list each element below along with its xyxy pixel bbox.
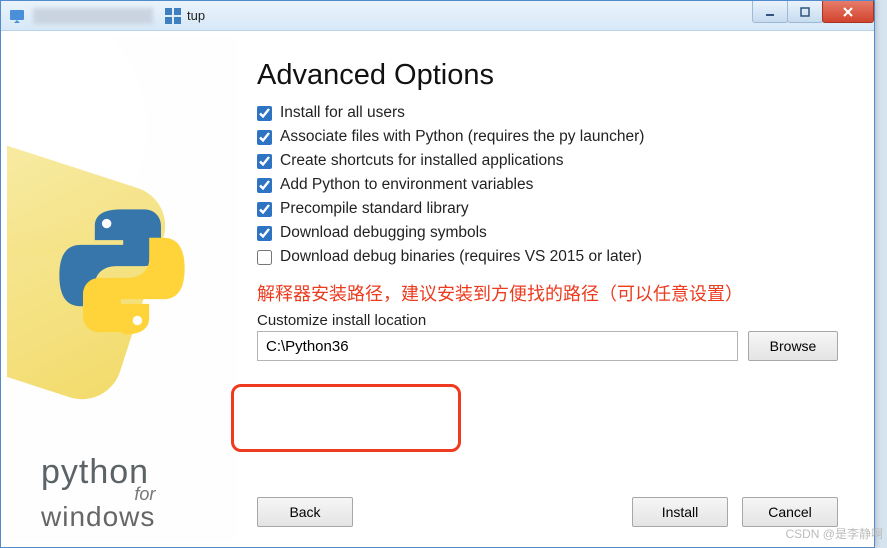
python-logo-icon — [57, 207, 187, 337]
checkbox-precompile[interactable] — [257, 202, 272, 217]
annotation-text: 解释器安装路径，建议安装到方便找的路径（可以任意设置） — [257, 280, 838, 306]
maximize-button[interactable] — [787, 1, 823, 23]
option-create-shortcuts[interactable]: Create shortcuts for installed applicati… — [257, 152, 838, 170]
brand-line3: windows — [41, 503, 155, 531]
options-list: Install for all users Associate files wi… — [257, 104, 838, 266]
option-label: Download debugging symbols — [280, 224, 487, 242]
option-precompile[interactable]: Precompile standard library — [257, 200, 838, 218]
page-title: Advanced Options — [257, 59, 838, 92]
main-panel: Advanced Options Install for all users A… — [237, 37, 868, 541]
checkbox-install-all-users[interactable] — [257, 106, 272, 121]
titlebar[interactable]: tup — [1, 1, 874, 31]
brand-text: python for windows — [41, 455, 155, 531]
minimize-icon — [764, 6, 776, 18]
option-label: Create shortcuts for installed applicati… — [280, 152, 563, 170]
option-label: Download debug binaries (requires VS 201… — [280, 248, 642, 266]
minimize-button[interactable] — [752, 1, 788, 23]
checkbox-add-to-path[interactable] — [257, 178, 272, 193]
back-button[interactable]: Back — [257, 497, 353, 527]
checkbox-debug-binaries[interactable] — [257, 250, 272, 265]
customize-label: Customize install location — [257, 312, 838, 329]
option-label: Add Python to environment variables — [280, 176, 533, 194]
option-label: Precompile standard library — [280, 200, 469, 218]
option-add-to-path[interactable]: Add Python to environment variables — [257, 176, 838, 194]
window-title: tup — [187, 8, 205, 23]
option-label: Install for all users — [280, 104, 405, 122]
close-button[interactable] — [822, 1, 874, 23]
obscured-title-part — [33, 8, 153, 24]
maximize-icon — [799, 6, 811, 18]
cancel-button[interactable]: Cancel — [742, 497, 838, 527]
install-path-input[interactable] — [257, 331, 738, 361]
content-area: python for windows Advanced Options Inst… — [1, 31, 874, 547]
path-row: Browse — [257, 331, 838, 361]
button-row: Back Install Cancel — [257, 497, 838, 527]
option-install-all-users[interactable]: Install for all users — [257, 104, 838, 122]
option-debug-binaries[interactable]: Download debug binaries (requires VS 201… — [257, 248, 838, 266]
checkbox-create-shortcuts[interactable] — [257, 154, 272, 169]
checkbox-associate-files[interactable] — [257, 130, 272, 145]
option-debug-symbols[interactable]: Download debugging symbols — [257, 224, 838, 242]
browse-button[interactable]: Browse — [748, 331, 838, 361]
option-label: Associate files with Python (requires th… — [280, 128, 644, 146]
annotation-highlight-box — [231, 384, 461, 452]
sidebar: python for windows — [7, 37, 237, 541]
install-button[interactable]: Install — [632, 497, 728, 527]
close-icon — [841, 6, 855, 18]
checkbox-debug-symbols[interactable] — [257, 226, 272, 241]
window-controls — [753, 1, 874, 23]
app-icon — [9, 8, 25, 24]
installer-window: tup python for — [0, 0, 875, 548]
option-associate-files[interactable]: Associate files with Python (requires th… — [257, 128, 838, 146]
secondary-icon — [165, 8, 181, 24]
